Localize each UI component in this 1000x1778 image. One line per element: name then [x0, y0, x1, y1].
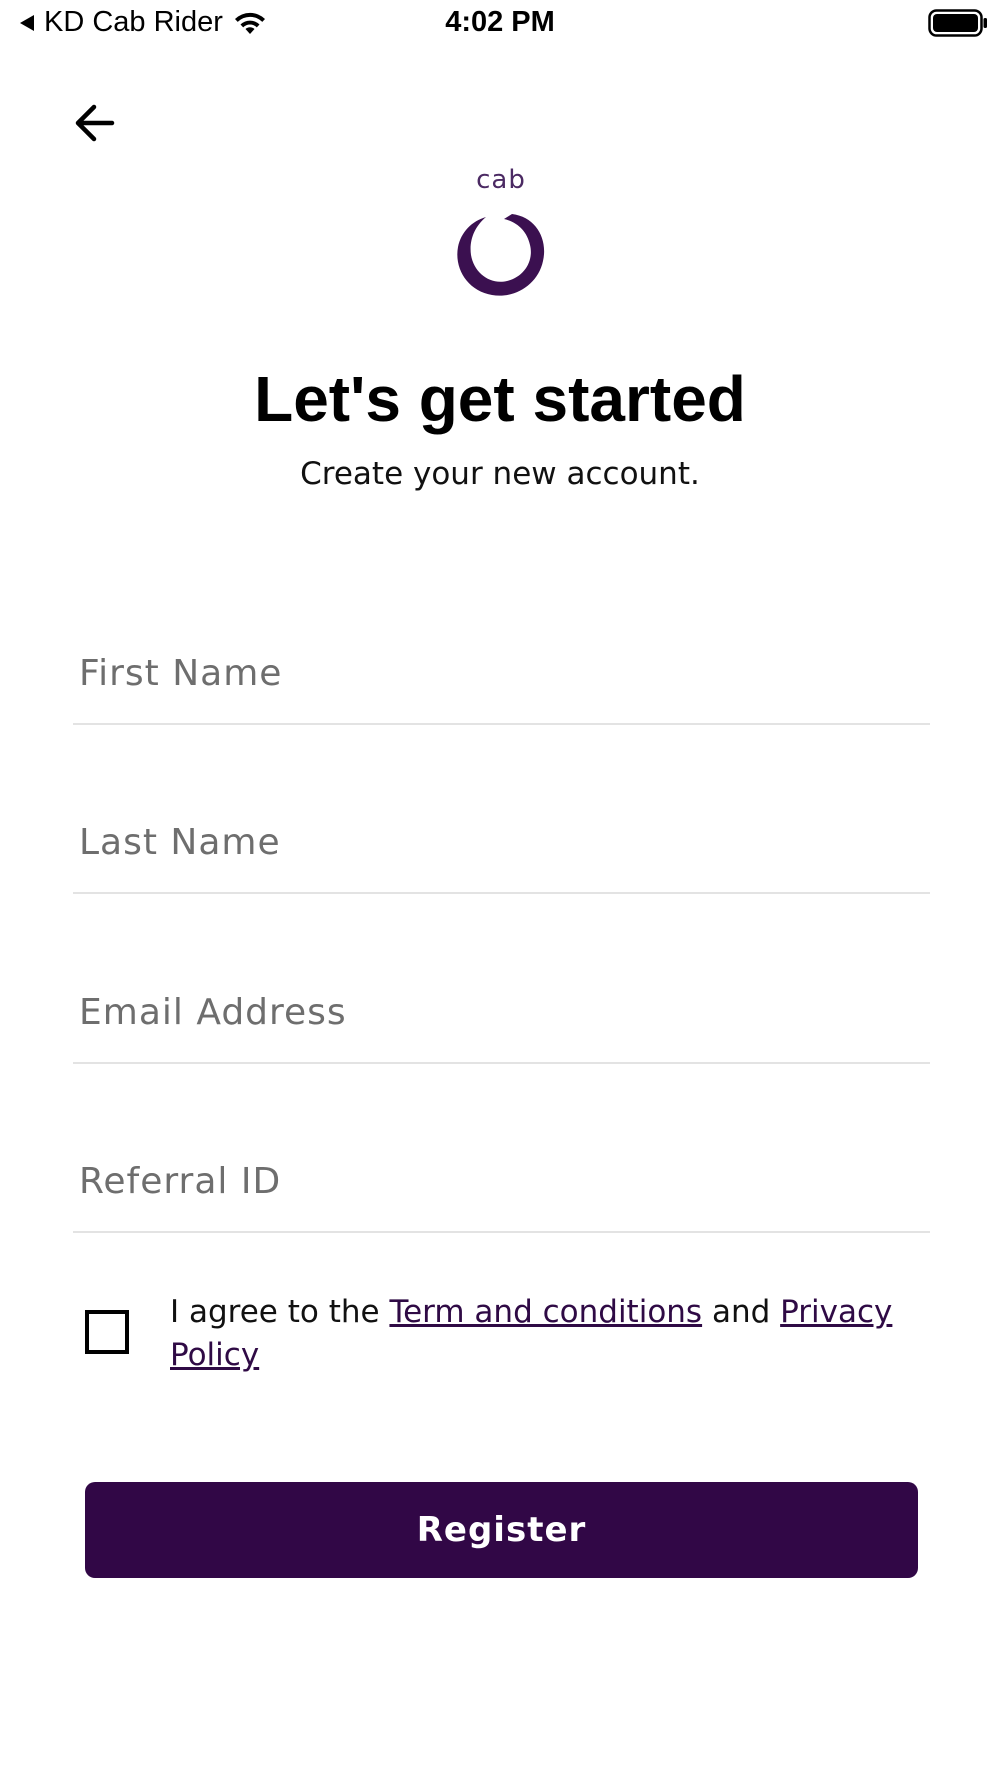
last-name-field: [73, 792, 930, 894]
referral-field: [73, 1131, 930, 1233]
terms-link[interactable]: Term and conditions: [389, 1294, 702, 1330]
arrow-left-icon: [75, 104, 115, 142]
agreement-prefix: I agree to the: [170, 1294, 390, 1330]
logo-text: cab: [476, 165, 526, 195]
agree-checkbox[interactable]: [85, 1310, 129, 1354]
email-input[interactable]: [79, 962, 919, 1062]
status-bar: KD Cab Rider 4:02 PM: [0, 0, 1000, 50]
register-button[interactable]: Register: [85, 1482, 918, 1578]
last-name-input[interactable]: [79, 792, 919, 892]
agreement-text: I agree to the Term and conditions and P…: [170, 1291, 930, 1377]
page-title: Let's get started: [254, 363, 746, 435]
status-time: 4:02 PM: [445, 6, 555, 38]
page-subtitle: Create your new account.: [300, 456, 700, 492]
first-name-input[interactable]: [79, 623, 919, 723]
back-button[interactable]: [68, 95, 124, 151]
email-field: [73, 962, 930, 1064]
agreement-middle: and: [702, 1294, 781, 1330]
app-logo: cab: [450, 165, 552, 301]
register-screen: KD Cab Rider 4:02 PM cab Let's get start…: [0, 0, 1000, 1778]
first-name-field: [73, 623, 930, 725]
referral-id-input[interactable]: [79, 1131, 919, 1231]
logo-ring-icon: [457, 214, 545, 296]
battery-icon: [928, 8, 988, 42]
